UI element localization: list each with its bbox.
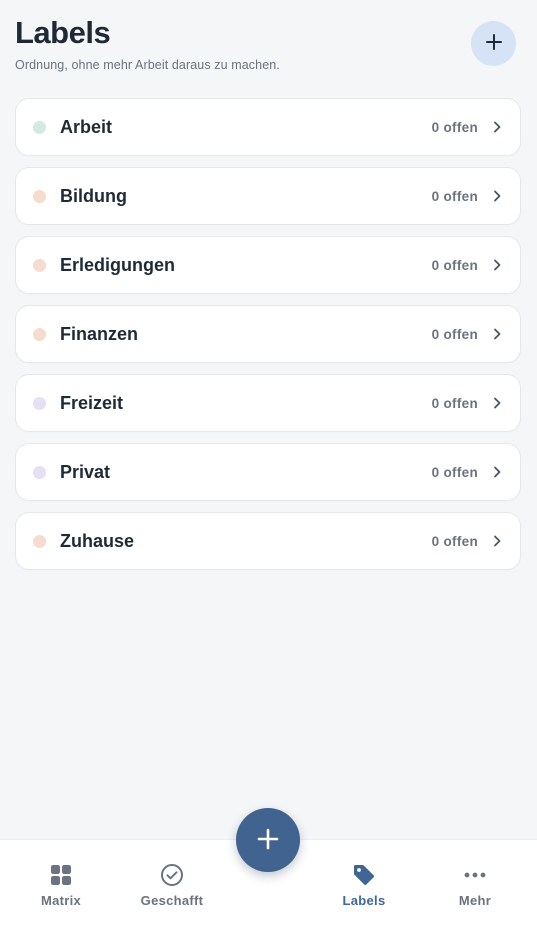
label-row-arbeit[interactable]: Arbeit 0 offen — [15, 98, 521, 156]
label-row-bildung[interactable]: Bildung 0 offen — [15, 167, 521, 225]
label-row-erledigungen[interactable]: Erledigungen 0 offen — [15, 236, 521, 294]
page-subtitle: Ordnung, ohne mehr Arbeit daraus zu mach… — [15, 58, 280, 72]
nav-label: Geschafft — [140, 893, 204, 908]
nav-item-mehr[interactable]: Mehr — [430, 840, 520, 929]
label-name: Zuhause — [60, 530, 135, 551]
nav-label: Labels — [342, 893, 386, 908]
label-row-freizeit[interactable]: Freizeit 0 offen — [15, 374, 521, 432]
add-task-fab[interactable] — [236, 808, 300, 872]
label-name: Arbeit — [60, 116, 113, 137]
chevron-right-icon — [490, 396, 504, 410]
label-name: Bildung — [60, 185, 127, 206]
grid-icon — [50, 862, 72, 888]
open-count: 0 offen — [431, 395, 478, 411]
label-name: Freizeit — [60, 392, 124, 413]
label-row-privat[interactable]: Privat 0 offen — [15, 443, 521, 501]
open-count: 0 offen — [431, 326, 478, 342]
label-name: Privat — [60, 461, 111, 482]
chevron-right-icon — [490, 189, 504, 203]
chevron-right-icon — [490, 465, 504, 479]
open-count: 0 offen — [431, 464, 478, 480]
chevron-right-icon — [490, 327, 504, 341]
nav-label: Mehr — [458, 893, 492, 908]
add-label-button[interactable] — [471, 21, 516, 66]
open-count: 0 offen — [431, 533, 478, 549]
label-color-dot — [33, 534, 46, 548]
label-row-finanzen[interactable]: Finanzen 0 offen — [15, 305, 521, 363]
label-row-zuhause[interactable]: Zuhause 0 offen — [15, 512, 521, 570]
label-color-dot — [33, 120, 46, 134]
label-list: Arbeit 0 offen Bildung 0 offen Erledigun… — [15, 98, 521, 581]
label-color-dot — [33, 465, 46, 479]
nav-item-labels[interactable]: Labels — [319, 840, 409, 929]
plus-icon — [256, 827, 280, 854]
label-color-dot — [33, 258, 46, 272]
labels-screen: Labels Ordnung, ohne mehr Arbeit daraus … — [0, 0, 537, 929]
chevron-right-icon — [490, 534, 504, 548]
label-color-dot — [33, 189, 46, 203]
open-count: 0 offen — [431, 257, 478, 273]
header: Labels Ordnung, ohne mehr Arbeit daraus … — [15, 14, 517, 72]
label-name: Erledigungen — [60, 254, 176, 275]
label-color-dot — [33, 396, 46, 410]
chevron-right-icon — [490, 258, 504, 272]
open-count: 0 offen — [431, 188, 478, 204]
check-circle-icon — [160, 862, 184, 888]
label-name: Finanzen — [60, 323, 139, 344]
label-color-dot — [33, 327, 46, 341]
page-title: Labels — [15, 15, 111, 50]
plus-icon — [485, 33, 503, 54]
nav-label: Matrix — [40, 893, 82, 908]
open-count: 0 offen — [431, 119, 478, 135]
more-dots-icon — [464, 862, 486, 888]
chevron-right-icon — [490, 120, 504, 134]
nav-item-geschafft[interactable]: Geschafft — [127, 840, 217, 929]
tag-icon — [352, 862, 376, 888]
nav-item-matrix[interactable]: Matrix — [16, 840, 106, 929]
